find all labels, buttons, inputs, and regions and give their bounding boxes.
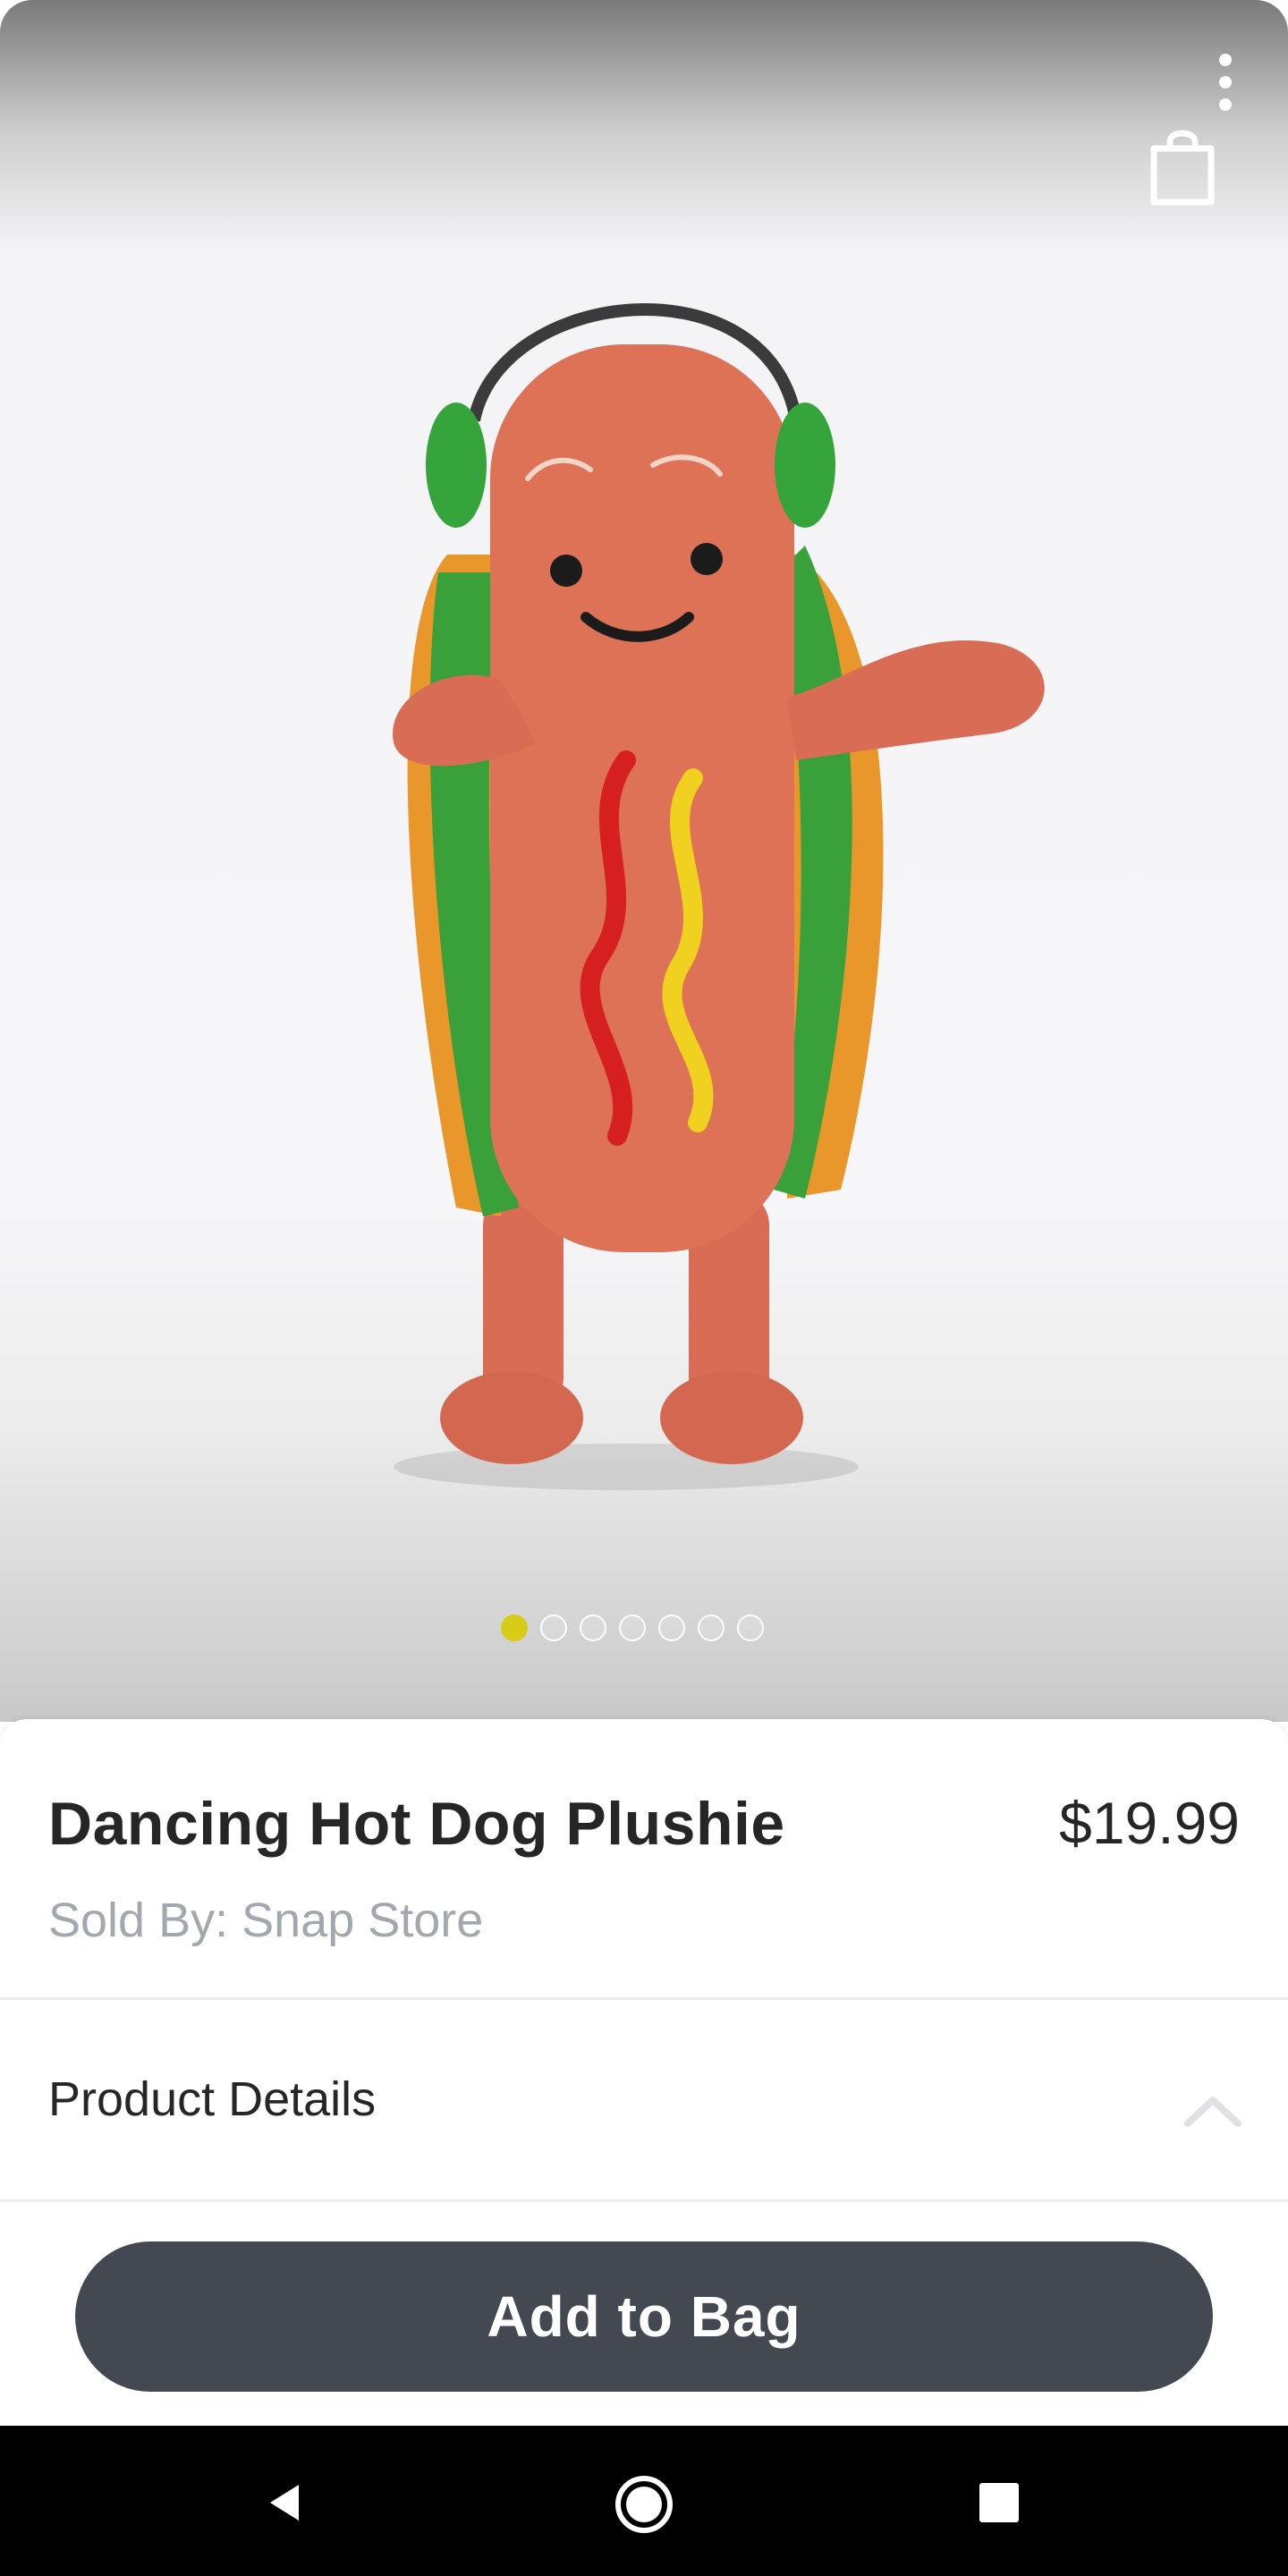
- product-title: Dancing Hot Dog Plushie: [48, 1790, 785, 1858]
- action-bar: Add to Bag: [0, 2202, 1288, 2426]
- gallery-dot[interactable]: [619, 1614, 646, 1641]
- product-image-gallery[interactable]: [0, 0, 1288, 1722]
- gallery-dot[interactable]: [501, 1614, 528, 1641]
- gallery-page-indicator: [501, 1610, 787, 1646]
- shopping-bag-icon: [1150, 130, 1215, 206]
- seller-label: Sold By: Snap Store: [48, 1894, 484, 1947]
- product-image: [393, 303, 1045, 1490]
- menu-dot: [1219, 76, 1232, 89]
- gallery-dot[interactable]: [698, 1614, 724, 1641]
- home-icon[interactable]: [614, 2474, 674, 2535]
- product-price: $19.99: [1059, 1790, 1240, 1856]
- gallery-dot[interactable]: [658, 1614, 685, 1641]
- back-icon[interactable]: [263, 2481, 306, 2524]
- menu-dot: [1219, 98, 1232, 111]
- product-details-label: Product Details: [48, 2072, 377, 2126]
- add-to-bag-button[interactable]: Add to Bag: [75, 2241, 1213, 2392]
- gallery-dot[interactable]: [540, 1614, 567, 1641]
- gallery-dot[interactable]: [737, 1614, 764, 1641]
- chevron-up-icon[interactable]: [1182, 2093, 1243, 2129]
- product-screen: Dancing Hot Dog Plushie $19.99 Sold By: …: [0, 0, 1288, 2576]
- product-details-section[interactable]: Product Details: [0, 2000, 1288, 2202]
- gallery-dot[interactable]: [580, 1614, 606, 1641]
- more-options-button[interactable]: [1195, 47, 1256, 118]
- recents-icon[interactable]: [979, 2483, 1019, 2522]
- system-navigation-bar: [0, 2426, 1288, 2576]
- menu-dot: [1219, 54, 1232, 66]
- shopping-bag-button[interactable]: [1145, 125, 1220, 208]
- product-info-card: Dancing Hot Dog Plushie $19.99 Sold By: …: [0, 1719, 1288, 2000]
